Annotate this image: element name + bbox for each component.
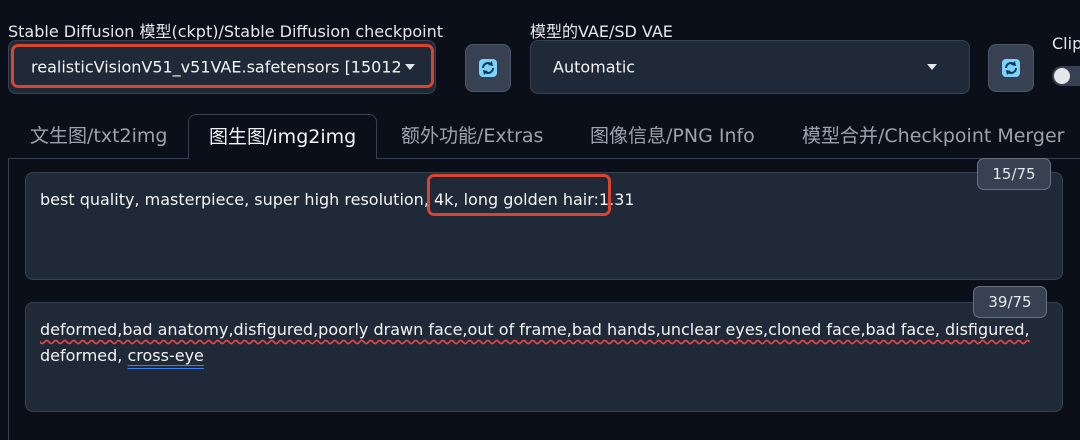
refresh-icon: [1002, 59, 1020, 77]
prompt-token-counter: 15/75: [977, 158, 1051, 190]
negative-prompt-text: deformed,bad anatomy,disfigured,poorly d…: [40, 317, 1040, 369]
chevron-down-icon: [405, 64, 415, 70]
vae-dropdown[interactable]: Automatic: [530, 40, 970, 94]
chevron-down-icon: [927, 64, 937, 70]
tab-png-info[interactable]: 图像信息/PNG Info: [590, 114, 755, 158]
checkpoint-dropdown[interactable]: realisticVisionV51_v51VAE.safetensors [1…: [8, 40, 436, 94]
refresh-icon: [479, 59, 497, 77]
clip-label: Clip: [1052, 34, 1080, 53]
checkpoint-refresh-button[interactable]: [465, 44, 511, 92]
vae-refresh-button[interactable]: [988, 44, 1034, 92]
tab-extras[interactable]: 额外功能/Extras: [401, 114, 543, 158]
clip-slider[interactable]: [1052, 66, 1080, 86]
vae-label: 模型的VAE/SD VAE: [530, 22, 673, 41]
checkpoint-value: realisticVisionV51_v51VAE.safetensors [1…: [31, 57, 401, 77]
prompt-text-highlighted: , long golden hair:1.31: [453, 190, 635, 209]
tab-checkpoint-merger[interactable]: 模型合并/Checkpoint Merger: [802, 114, 1064, 158]
tab-bar: 文生图/txt2img 图生图/img2img 额外功能/Extras 图像信息…: [8, 114, 1080, 159]
negative-prompt-token-counter: 39/75: [973, 286, 1047, 318]
prompt-textarea[interactable]: best quality, masterpiece, super high re…: [25, 172, 1063, 280]
prompt-text: best quality, masterpiece, super high re…: [40, 187, 635, 213]
slider-knob[interactable]: [1054, 68, 1070, 84]
img2img-panel: best quality, masterpiece, super high re…: [8, 158, 1080, 440]
negative-prompt-marked-word: cross-eye: [127, 346, 204, 365]
checkpoint-label: Stable Diffusion 模型(ckpt)/Stable Diffusi…: [8, 22, 444, 41]
negative-prompt-line1: deformed,bad anatomy,disfigured,poorly d…: [40, 320, 1030, 339]
prompt-text-main: best quality, masterpiece, super high re…: [40, 190, 454, 209]
tab-img2img[interactable]: 图生图/img2img: [188, 114, 378, 159]
tab-txt2img[interactable]: 文生图/txt2img: [30, 114, 167, 158]
vae-value: Automatic: [553, 57, 636, 77]
negative-prompt-line2-prefix: deformed,: [40, 346, 128, 365]
negative-prompt-textarea[interactable]: deformed,bad anatomy,disfigured,poorly d…: [25, 302, 1063, 412]
